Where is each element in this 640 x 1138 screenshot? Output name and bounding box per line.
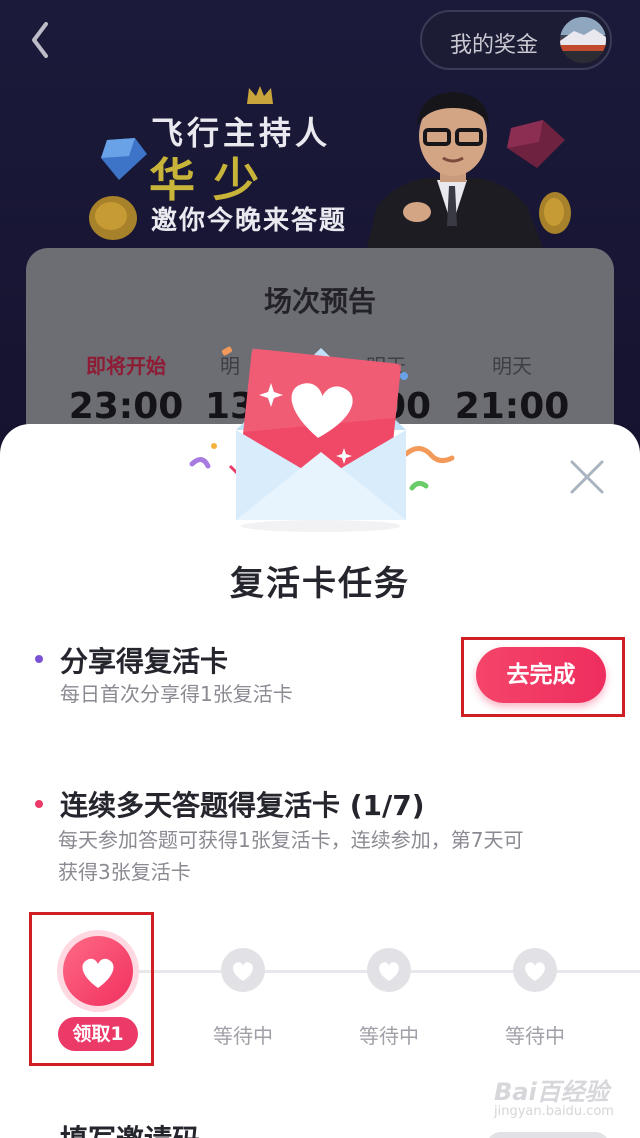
close-icon	[570, 460, 604, 494]
streak-step-label: 等待中	[213, 1024, 273, 1048]
host-banner: 飞行主持人 华少 邀你今晚来答题	[89, 80, 575, 250]
task-streak-title: 连续多天答题得复活卡 (1/7)	[60, 789, 425, 822]
back-button[interactable]	[22, 16, 66, 64]
coin-icon	[89, 196, 137, 240]
close-button[interactable]	[566, 456, 608, 498]
schedule-slot-label: 明天	[492, 354, 532, 378]
heart-icon	[379, 962, 399, 981]
my-prize-label: 我的奖金	[450, 33, 539, 58]
watermark-text: Bai百经验	[494, 1078, 609, 1106]
task-bullet	[35, 655, 43, 663]
task-share-desc: 每日首次分享得1张复活卡	[60, 682, 293, 706]
banner-invite-text: 邀你今晚来答题	[151, 206, 348, 236]
task-invite-code-title: 填写邀请码	[60, 1118, 200, 1138]
diamond-icon	[101, 138, 147, 180]
heart-icon	[233, 962, 253, 981]
task-share-title: 分享得复活卡	[60, 645, 229, 678]
schedule-title: 场次预告	[263, 285, 376, 318]
sheet-title: 复活卡任务	[230, 564, 410, 604]
streak-step-4	[513, 948, 557, 992]
streak-step-label: 等待中	[505, 1024, 565, 1048]
watermark-url: jingyan.baidu.com	[494, 1104, 614, 1119]
chevron-left-icon	[32, 22, 48, 58]
host-portrait	[367, 92, 543, 248]
baidu-watermark: Bai百经验 jingyan.baidu.com	[488, 1068, 618, 1124]
my-prize-button[interactable]: 我的奖金	[420, 10, 612, 70]
task-bullet	[35, 800, 43, 808]
annotation-box	[29, 912, 154, 1066]
crown-icon	[247, 86, 273, 104]
go-complete-button[interactable]: 去完成	[476, 647, 606, 703]
envelope-heart-icon	[189, 346, 455, 532]
invite-code-button[interactable]	[486, 1132, 610, 1138]
schedule-slot-label: 即将开始	[86, 354, 166, 378]
heart-icon	[525, 962, 545, 981]
streak-step-label: 等待中	[359, 1024, 419, 1048]
streak-step-2	[221, 948, 265, 992]
schedule-slot-time: 21:00	[454, 386, 570, 427]
schedule-slot-time: 23:00	[68, 386, 184, 427]
task-streak-desc-line1: 每天参加答题可获得1张复活卡，连续参加，第7天可	[58, 828, 524, 852]
streak-step-3	[367, 948, 411, 992]
avatar	[560, 17, 606, 63]
task-streak-desc-line2: 获得3张复活卡	[58, 860, 191, 884]
